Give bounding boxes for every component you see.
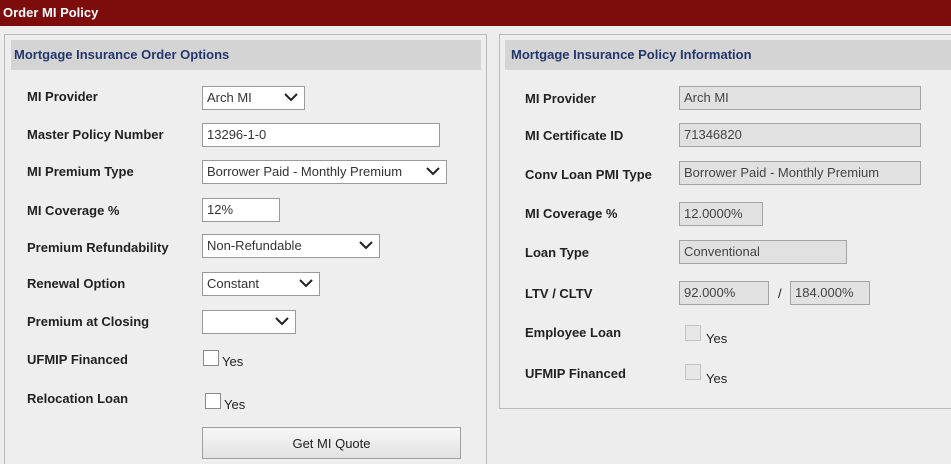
certificate-label: MI Certificate ID — [525, 128, 624, 143]
get-mi-quote-button[interactable]: Get MI Quote — [202, 427, 461, 459]
employee-loan-checkbox — [685, 325, 701, 341]
refundability-select[interactable]: Non-Refundable — [202, 234, 380, 258]
window-title: Order MI Policy — [0, 0, 951, 26]
refundability-value: Non-Refundable — [207, 238, 302, 253]
policy-ufmip-checkbox — [685, 364, 701, 380]
ltv-label: LTV / CLTV — [525, 286, 593, 301]
policy-ufmip-label: UFMIP Financed — [525, 366, 626, 381]
premium-type-label: MI Premium Type — [27, 164, 134, 179]
policy-coverage-label: MI Coverage % — [525, 206, 618, 221]
mi-provider-value: Arch MI — [207, 90, 252, 105]
policy-info-header: Mortgage Insurance Policy Information — [505, 40, 951, 70]
relocation-checkbox-label: Yes — [224, 397, 246, 412]
ufmip-checkbox[interactable] — [203, 350, 219, 366]
policy-mi-provider-field: Arch MI — [679, 86, 921, 110]
employee-loan-label: Employee Loan — [525, 325, 622, 340]
chevron-down-icon — [299, 279, 313, 288]
order-options-header: Mortgage Insurance Order Options — [11, 40, 481, 70]
employee-loan-checkbox-label: Yes — [706, 331, 728, 346]
mi-provider-label: MI Provider — [27, 89, 98, 104]
ltv-field: 92.000% — [679, 281, 769, 305]
renewal-label: Renewal Option — [27, 276, 126, 291]
loan-type-label: Loan Type — [525, 245, 590, 260]
chevron-down-icon — [284, 93, 298, 102]
pmi-type-label: Conv Loan PMI Type — [525, 167, 652, 182]
premium-type-select[interactable]: Borrower Paid - Monthly Premium — [202, 160, 447, 184]
renewal-value: Constant — [207, 276, 260, 291]
policy-coverage-field: 12.0000% — [679, 202, 763, 226]
loan-type-field: Conventional — [679, 240, 847, 264]
chevron-down-icon — [426, 167, 440, 176]
master-policy-input[interactable]: 13296-1-0 — [202, 123, 440, 147]
cltv-field: 184.000% — [790, 281, 870, 305]
premium-closing-label: Premium at Closing — [27, 314, 150, 329]
ufmip-label: UFMIP Financed — [27, 352, 128, 367]
chevron-down-icon — [359, 241, 373, 250]
coverage-input[interactable]: 12% — [202, 198, 280, 222]
master-policy-label: Master Policy Number — [27, 127, 164, 142]
ltv-separator: / — [778, 286, 782, 301]
mi-provider-select[interactable]: Arch MI — [202, 86, 305, 110]
renewal-select[interactable]: Constant — [202, 272, 320, 296]
relocation-checkbox[interactable] — [205, 393, 221, 409]
coverage-label: MI Coverage % — [27, 203, 120, 218]
refundability-label: Premium Refundability — [27, 240, 169, 255]
certificate-field: 71346820 — [679, 123, 921, 147]
premium-type-value: Borrower Paid - Monthly Premium — [207, 164, 403, 179]
ufmip-checkbox-label: Yes — [222, 354, 244, 369]
policy-mi-provider-label: MI Provider — [525, 91, 596, 106]
pmi-type-field: Borrower Paid - Monthly Premium — [679, 161, 921, 185]
premium-closing-select[interactable] — [202, 310, 296, 334]
relocation-label: Relocation Loan — [27, 391, 129, 406]
chevron-down-icon — [275, 317, 289, 326]
policy-ufmip-checkbox-label: Yes — [706, 371, 728, 386]
